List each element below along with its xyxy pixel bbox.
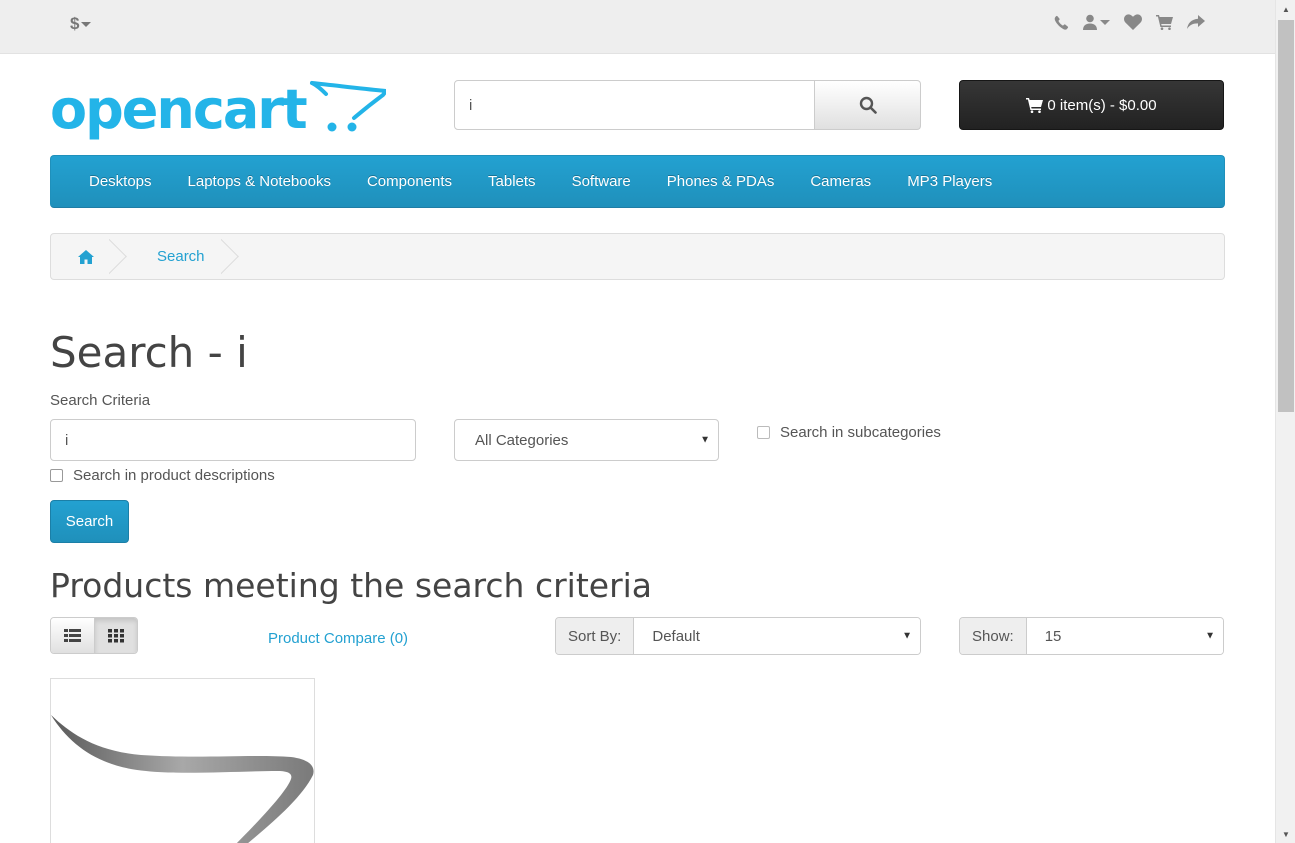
subcategories-option: Search in subcategories [757,424,941,441]
product-compare-link[interactable]: Product Compare (0) [268,630,408,647]
currency-dropdown[interactable]: $ [70,14,92,34]
logo-text: opencart [50,80,307,141]
sort-by-value: Default [652,627,700,645]
show-limit-control: Show: 15 ▼ [959,617,1224,655]
search-criteria-input[interactable] [50,419,416,461]
breadcrumb-item-search[interactable]: Search [121,234,233,279]
share-icon[interactable] [1187,14,1205,30]
menu-item-components[interactable]: Components [349,173,470,190]
scrollbar-thumb[interactable] [1278,20,1294,412]
grid-view-icon [107,628,124,642]
descriptions-checkbox[interactable] [50,469,63,482]
show-label: Show: [960,618,1027,654]
cart-label: 0 item(s) - $0.00 [1047,96,1157,114]
search-input[interactable] [454,80,815,130]
menu-item-software[interactable]: Software [554,173,649,190]
home-icon [78,249,94,264]
user-icon [1083,14,1097,30]
dropdown-arrow-icon: ▼ [1205,630,1215,642]
cart-icon [1026,97,1044,113]
cart-icon[interactable] [1156,14,1173,30]
scroll-up-arrow-icon[interactable]: ▲ [1276,0,1295,18]
sort-by-select[interactable]: Default ▼ [634,618,920,654]
page-title: Search - i [50,328,248,377]
descriptions-option: Search in product descriptions [50,467,275,484]
grid-view-button[interactable] [93,618,137,653]
logo[interactable]: opencart [50,78,390,147]
product-thumbnail[interactable] [50,678,315,843]
top-bar: $ [0,0,1275,54]
header-search [454,80,921,130]
menu-item-laptops-notebooks[interactable]: Laptops & Notebooks [170,173,349,190]
main-menu: Desktops Laptops & Notebooks Components … [50,155,1225,208]
caret-down-icon [81,22,92,28]
show-limit-value: 15 [1044,627,1062,645]
breadcrumb: Search [50,233,1225,280]
menu-item-phones-pdas[interactable]: Phones & PDAs [649,173,793,190]
phone-icon[interactable] [1054,15,1069,30]
criteria-search-button[interactable]: Search [50,500,129,543]
heart-icon[interactable] [1124,14,1142,30]
menu-item-tablets[interactable]: Tablets [470,173,554,190]
view-toggle [50,617,138,654]
currency-symbol: $ [70,14,80,33]
product-image [51,715,314,843]
subcategories-label: Search in subcategories [780,424,941,441]
show-limit-select[interactable]: 15 ▼ [1026,618,1223,654]
list-view-button[interactable] [51,618,94,653]
search-button[interactable] [815,80,921,130]
cart-button[interactable]: 0 item(s) - $0.00 [959,80,1224,130]
menu-item-desktops[interactable]: Desktops [71,173,170,190]
category-select[interactable]: All Categories ▼ [454,419,719,461]
page-scrollbar[interactable]: ▲ ▼ [1275,0,1295,843]
dropdown-arrow-icon: ▼ [902,630,912,642]
scroll-down-arrow-icon[interactable]: ▼ [1276,825,1295,843]
sort-by-label: Sort By: [556,618,635,654]
category-select-value: All Categories [475,431,569,449]
user-account-dropdown[interactable] [1083,14,1110,30]
descriptions-label: Search in product descriptions [73,467,275,484]
list-view-icon [63,629,81,642]
search-criteria-label: Search Criteria [50,392,151,409]
sort-by-control: Sort By: Default ▼ [555,617,921,655]
products-heading: Products meeting the search criteria [50,566,653,605]
menu-item-cameras[interactable]: Cameras [792,173,889,190]
top-links [1054,14,1205,30]
breadcrumb-item-label: Search [157,248,205,265]
caret-down-icon [1100,19,1110,25]
subcategories-checkbox[interactable] [757,426,770,439]
search-icon [859,96,877,114]
menu-item-mp3-players[interactable]: MP3 Players [889,173,1010,190]
breadcrumb-home[interactable] [51,234,121,279]
dropdown-arrow-icon: ▼ [700,434,710,446]
